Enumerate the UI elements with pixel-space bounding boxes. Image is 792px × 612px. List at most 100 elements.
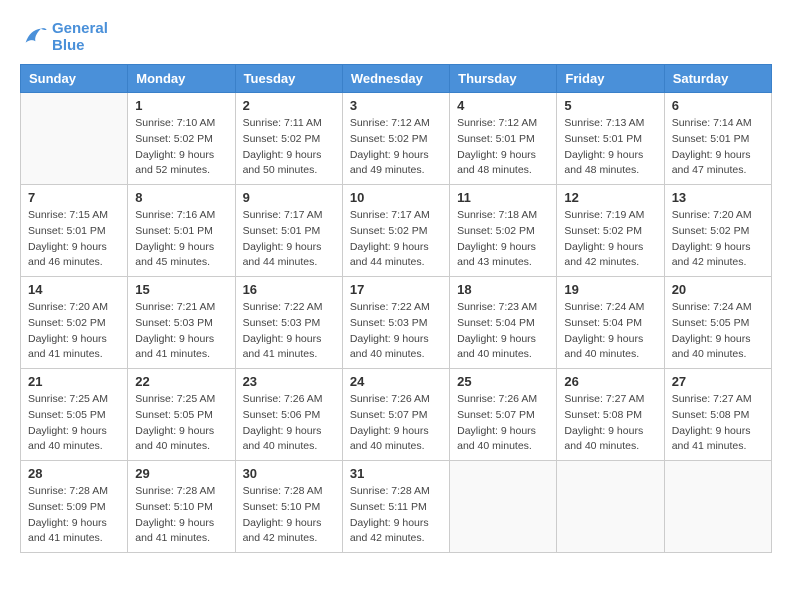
calendar-cell: 6 Sunrise: 7:14 AMSunset: 5:01 PMDaylight… xyxy=(664,93,771,185)
day-number: 28 xyxy=(28,466,120,481)
weekday-header-tuesday: Tuesday xyxy=(235,65,342,93)
day-number: 20 xyxy=(672,282,764,297)
calendar-cell: 22 Sunrise: 7:25 AMSunset: 5:05 PMDayligh… xyxy=(128,369,235,461)
weekday-header-wednesday: Wednesday xyxy=(342,65,449,93)
day-number: 17 xyxy=(350,282,442,297)
day-number: 10 xyxy=(350,190,442,205)
calendar-cell: 9 Sunrise: 7:17 AMSunset: 5:01 PMDaylight… xyxy=(235,185,342,277)
calendar-cell: 18 Sunrise: 7:23 AMSunset: 5:04 PMDayligh… xyxy=(450,277,557,369)
header: General Blue xyxy=(20,20,772,54)
day-info: Sunrise: 7:20 AMSunset: 5:02 PMDaylight:… xyxy=(672,208,764,271)
day-number: 29 xyxy=(135,466,227,481)
calendar-cell: 31 Sunrise: 7:28 AMSunset: 5:11 PMDayligh… xyxy=(342,461,449,553)
day-info: Sunrise: 7:28 AMSunset: 5:09 PMDaylight:… xyxy=(28,484,120,547)
calendar-table: SundayMondayTuesdayWednesdayThursdayFrid… xyxy=(20,64,772,553)
calendar-cell: 17 Sunrise: 7:22 AMSunset: 5:03 PMDayligh… xyxy=(342,277,449,369)
main-container: General Blue SundayMondayTuesdayWednesda… xyxy=(0,0,792,563)
day-number: 8 xyxy=(135,190,227,205)
weekday-header-monday: Monday xyxy=(128,65,235,93)
day-number: 31 xyxy=(350,466,442,481)
day-number: 5 xyxy=(564,98,656,113)
calendar-cell: 25Sunrise: 7:26 AMSunset: 5:07 PMDayligh… xyxy=(450,369,557,461)
calendar-cell: 13 Sunrise: 7:20 AMSunset: 5:02 PMDayligh… xyxy=(664,185,771,277)
calendar-header-row: SundayMondayTuesdayWednesdayThursdayFrid… xyxy=(21,65,772,93)
day-info: Sunrise: 7:26 AMSunset: 5:07 PMDaylight:… xyxy=(350,392,442,455)
day-info: Sunrise: 7:21 AMSunset: 5:03 PMDaylight:… xyxy=(135,300,227,363)
day-number: 24 xyxy=(350,374,442,389)
calendar-cell xyxy=(21,93,128,185)
day-info: Sunrise: 7:12 AMSunset: 5:02 PMDaylight:… xyxy=(350,116,442,179)
day-info: Sunrise: 7:15 AMSunset: 5:01 PMDaylight:… xyxy=(28,208,120,271)
day-info: Sunrise: 7:14 AMSunset: 5:01 PMDaylight:… xyxy=(672,116,764,179)
day-number: 6 xyxy=(672,98,764,113)
day-number: 22 xyxy=(135,374,227,389)
calendar-week-2: 7 Sunrise: 7:15 AMSunset: 5:01 PMDaylight… xyxy=(21,185,772,277)
day-number: 4 xyxy=(457,98,549,113)
logo: General Blue xyxy=(20,20,108,54)
logo-icon xyxy=(20,23,48,51)
logo-text: General Blue xyxy=(52,20,108,54)
weekday-header-sunday: Sunday xyxy=(21,65,128,93)
day-info: Sunrise: 7:11 AMSunset: 5:02 PMDaylight:… xyxy=(243,116,335,179)
day-info: Sunrise: 7:12 AMSunset: 5:01 PMDaylight:… xyxy=(457,116,549,179)
day-number: 18 xyxy=(457,282,549,297)
day-info: Sunrise: 7:25 AMSunset: 5:05 PMDaylight:… xyxy=(135,392,227,455)
day-info: Sunrise: 7:13 AMSunset: 5:01 PMDaylight:… xyxy=(564,116,656,179)
weekday-header-thursday: Thursday xyxy=(450,65,557,93)
calendar-cell: 12Sunrise: 7:19 AMSunset: 5:02 PMDayligh… xyxy=(557,185,664,277)
calendar-cell: 4 Sunrise: 7:12 AMSunset: 5:01 PMDaylight… xyxy=(450,93,557,185)
day-number: 13 xyxy=(672,190,764,205)
day-info: Sunrise: 7:28 AMSunset: 5:10 PMDaylight:… xyxy=(243,484,335,547)
calendar-week-1: 1 Sunrise: 7:10 AMSunset: 5:02 PMDaylight… xyxy=(21,93,772,185)
day-info: Sunrise: 7:17 AMSunset: 5:01 PMDaylight:… xyxy=(243,208,335,271)
calendar-cell: 14Sunrise: 7:20 AMSunset: 5:02 PMDayligh… xyxy=(21,277,128,369)
day-info: Sunrise: 7:24 AMSunset: 5:04 PMDaylight:… xyxy=(564,300,656,363)
day-number: 16 xyxy=(243,282,335,297)
day-info: Sunrise: 7:16 AMSunset: 5:01 PMDaylight:… xyxy=(135,208,227,271)
calendar-cell: 29 Sunrise: 7:28 AMSunset: 5:10 PMDayligh… xyxy=(128,461,235,553)
calendar-cell: 11Sunrise: 7:18 AMSunset: 5:02 PMDayligh… xyxy=(450,185,557,277)
day-info: Sunrise: 7:22 AMSunset: 5:03 PMDaylight:… xyxy=(243,300,335,363)
calendar-cell: 28 Sunrise: 7:28 AMSunset: 5:09 PMDayligh… xyxy=(21,461,128,553)
calendar-cell: 3Sunrise: 7:12 AMSunset: 5:02 PMDaylight… xyxy=(342,93,449,185)
day-info: Sunrise: 7:27 AMSunset: 5:08 PMDaylight:… xyxy=(564,392,656,455)
calendar-cell: 5 Sunrise: 7:13 AMSunset: 5:01 PMDaylight… xyxy=(557,93,664,185)
day-info: Sunrise: 7:10 AMSunset: 5:02 PMDaylight:… xyxy=(135,116,227,179)
weekday-header-saturday: Saturday xyxy=(664,65,771,93)
calendar-cell: 21Sunrise: 7:25 AMSunset: 5:05 PMDayligh… xyxy=(21,369,128,461)
calendar-cell: 23Sunrise: 7:26 AMSunset: 5:06 PMDayligh… xyxy=(235,369,342,461)
day-info: Sunrise: 7:23 AMSunset: 5:04 PMDaylight:… xyxy=(457,300,549,363)
day-info: Sunrise: 7:26 AMSunset: 5:07 PMDaylight:… xyxy=(457,392,549,455)
day-number: 11 xyxy=(457,190,549,205)
day-number: 12 xyxy=(564,190,656,205)
day-number: 9 xyxy=(243,190,335,205)
calendar-cell: 30Sunrise: 7:28 AMSunset: 5:10 PMDayligh… xyxy=(235,461,342,553)
calendar-week-5: 28 Sunrise: 7:28 AMSunset: 5:09 PMDayligh… xyxy=(21,461,772,553)
calendar-cell: 27Sunrise: 7:27 AMSunset: 5:08 PMDayligh… xyxy=(664,369,771,461)
calendar-cell: 24 Sunrise: 7:26 AMSunset: 5:07 PMDayligh… xyxy=(342,369,449,461)
day-number: 7 xyxy=(28,190,120,205)
calendar-cell: 26 Sunrise: 7:27 AMSunset: 5:08 PMDayligh… xyxy=(557,369,664,461)
day-number: 23 xyxy=(243,374,335,389)
calendar-cell: 16 Sunrise: 7:22 AMSunset: 5:03 PMDayligh… xyxy=(235,277,342,369)
calendar-cell: 8 Sunrise: 7:16 AMSunset: 5:01 PMDaylight… xyxy=(128,185,235,277)
calendar-cell xyxy=(450,461,557,553)
calendar-cell: 15 Sunrise: 7:21 AMSunset: 5:03 PMDayligh… xyxy=(128,277,235,369)
weekday-header-friday: Friday xyxy=(557,65,664,93)
day-info: Sunrise: 7:22 AMSunset: 5:03 PMDaylight:… xyxy=(350,300,442,363)
calendar-week-3: 14Sunrise: 7:20 AMSunset: 5:02 PMDayligh… xyxy=(21,277,772,369)
calendar-cell: 20Sunrise: 7:24 AMSunset: 5:05 PMDayligh… xyxy=(664,277,771,369)
day-number: 1 xyxy=(135,98,227,113)
day-info: Sunrise: 7:28 AMSunset: 5:10 PMDaylight:… xyxy=(135,484,227,547)
day-number: 2 xyxy=(243,98,335,113)
day-info: Sunrise: 7:28 AMSunset: 5:11 PMDaylight:… xyxy=(350,484,442,547)
day-number: 15 xyxy=(135,282,227,297)
calendar-cell: 7 Sunrise: 7:15 AMSunset: 5:01 PMDaylight… xyxy=(21,185,128,277)
calendar-cell: 10Sunrise: 7:17 AMSunset: 5:02 PMDayligh… xyxy=(342,185,449,277)
day-number: 27 xyxy=(672,374,764,389)
day-info: Sunrise: 7:25 AMSunset: 5:05 PMDaylight:… xyxy=(28,392,120,455)
calendar-cell xyxy=(557,461,664,553)
calendar-cell: 1 Sunrise: 7:10 AMSunset: 5:02 PMDaylight… xyxy=(128,93,235,185)
calendar-cell: 2 Sunrise: 7:11 AMSunset: 5:02 PMDaylight… xyxy=(235,93,342,185)
day-number: 26 xyxy=(564,374,656,389)
